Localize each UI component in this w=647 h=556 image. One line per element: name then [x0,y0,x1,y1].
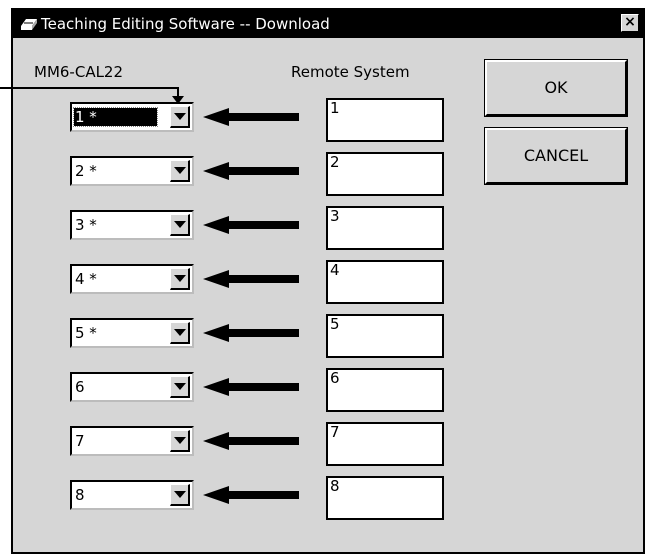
chevron-down-icon [174,167,186,174]
arrow-left-icon [203,324,303,342]
ok-button[interactable]: OK [484,59,628,117]
source-dropdown-8[interactable]: 8 [70,480,194,510]
chevron-down-icon [174,329,186,336]
dropdown-button[interactable] [170,106,190,128]
cancel-button[interactable]: CANCEL [484,127,628,185]
column-header-remote: Remote System [291,63,410,81]
remote-field-7[interactable]: 7 [326,422,444,466]
source-dropdown-3[interactable]: 3 * [70,210,194,240]
dropdown-button[interactable] [170,430,190,452]
arrow-left-icon [203,108,303,126]
printer-icon [19,16,39,32]
dropdown-value: 6 [75,378,85,396]
remote-field-1[interactable]: 1 [326,98,444,142]
dropdown-value: 8 [75,486,85,504]
dropdown-button[interactable] [170,268,190,290]
chevron-down-icon [174,113,186,120]
dropdown-value: 5 * [75,324,97,342]
dropdown-value: 1 * [73,107,158,127]
remote-value: 3 [330,207,340,225]
source-dropdown-4[interactable]: 4 * [70,264,194,294]
dropdown-value: 7 [75,432,85,450]
remote-value: 8 [330,477,340,495]
dropdown-button[interactable] [170,214,190,236]
dropdown-value: 2 * [75,162,97,180]
source-dropdown-1[interactable]: 1 * [70,102,194,132]
dropdown-value: 4 * [75,270,97,288]
window-title: Teaching Editing Software -- Download [41,15,330,33]
remote-field-4[interactable]: 4 [326,260,444,304]
remote-value: 4 [330,261,340,279]
chevron-down-icon [174,491,186,498]
arrow-left-icon [203,378,303,396]
remote-field-6[interactable]: 6 [326,368,444,412]
remote-value: 2 [330,153,340,171]
dropdown-button[interactable] [170,160,190,182]
chevron-down-icon [174,221,186,228]
dropdown-button[interactable] [170,376,190,398]
remote-value: 6 [330,369,340,387]
page: Teaching Editing Software -- Download × … [0,0,647,556]
column-header-local: MM6-CAL22 [34,63,124,81]
chevron-down-icon [174,383,186,390]
remote-value: 7 [330,423,340,441]
source-dropdown-6[interactable]: 6 [70,372,194,402]
arrow-left-icon [203,270,303,288]
remote-value: 1 [330,99,340,117]
download-dialog: Teaching Editing Software -- Download × … [11,8,645,554]
remote-field-8[interactable]: 8 [326,476,444,520]
arrow-left-icon [203,432,303,450]
title-bar[interactable]: Teaching Editing Software -- Download × [13,10,643,38]
dropdown-button[interactable] [170,322,190,344]
source-dropdown-7[interactable]: 7 [70,426,194,456]
chevron-down-icon [174,275,186,282]
arrow-left-icon [203,486,303,504]
arrow-left-icon [203,162,303,180]
source-dropdown-2[interactable]: 2 * [70,156,194,186]
arrow-left-icon [203,216,303,234]
remote-field-2[interactable]: 2 [326,152,444,196]
dropdown-button[interactable] [170,484,190,506]
close-button[interactable]: × [621,14,639,32]
remote-value: 5 [330,315,340,333]
dropdown-value: 3 * [75,216,97,234]
remote-field-5[interactable]: 5 [326,314,444,358]
close-icon: × [624,14,636,30]
remote-field-3[interactable]: 3 [326,206,444,250]
chevron-down-icon [174,437,186,444]
source-dropdown-5[interactable]: 5 * [70,318,194,348]
